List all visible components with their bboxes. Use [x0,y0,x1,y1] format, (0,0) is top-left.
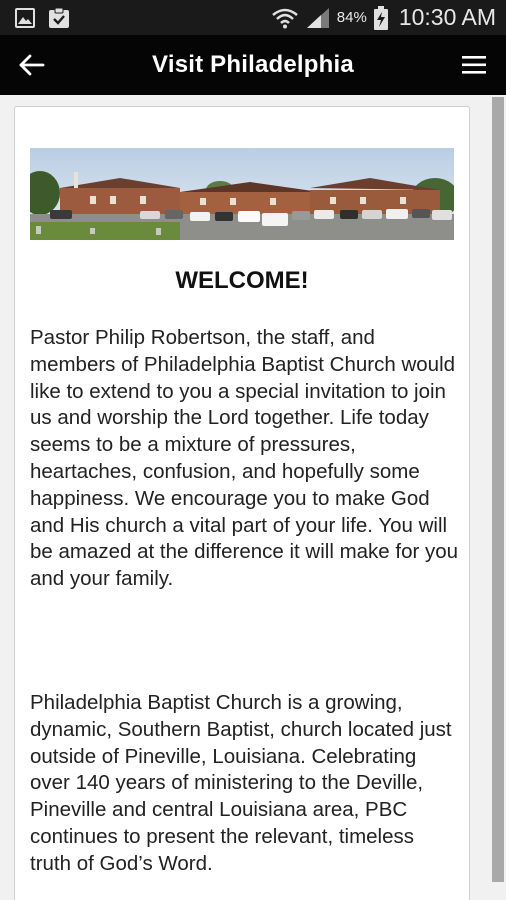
status-bar: 84% 10:30 AM [0,0,506,35]
church-banner-image [30,148,454,240]
clock: 10:30 AM [398,4,496,30]
wifi-icon [271,7,299,29]
intro-paragraph: Pastor Philip Robertson, the staff, and … [30,326,459,591]
content-area[interactable]: WELCOME! Pastor Philip Robertson, the st… [0,95,506,900]
about-paragraph: Philadelphia Baptist Church is a growing… [30,691,452,875]
signal-icon [305,7,331,29]
welcome-card: WELCOME! Pastor Philip Robertson, the st… [14,106,470,900]
scrollbar-thumb[interactable] [492,97,504,882]
page-title: Visit Philadelphia [152,51,354,78]
clipboard-check-icon [48,7,70,29]
menu-button[interactable] [460,51,488,79]
welcome-heading: WELCOME! [175,267,309,294]
battery-charging-icon [373,5,389,30]
gallery-icon [14,7,36,29]
app-bar: Visit Philadelphia [0,35,506,95]
scrollbar-track[interactable] [490,95,506,900]
battery-percent: 84% [336,9,367,26]
hamburger-menu-icon [462,56,486,74]
